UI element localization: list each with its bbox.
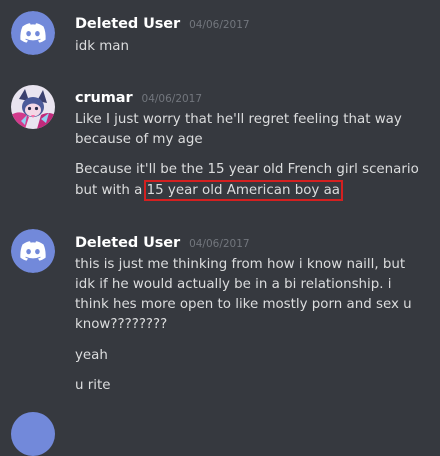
message-text: because of my age <box>75 132 203 147</box>
message-text: u rite <box>75 378 111 393</box>
anime-character-avatar-icon[interactable] <box>11 85 55 129</box>
message-header: Deleted User 04/06/2017 <box>75 232 250 252</box>
discord-default-avatar-icon[interactable] <box>11 229 55 273</box>
highlighted-text: 15 year old American boy aa <box>143 180 344 201</box>
message-text: know???????? <box>75 317 168 332</box>
message-text: but with a 15 year old American boy aa <box>75 180 344 201</box>
message-text: Because it'll be the 15 year old French … <box>75 162 419 177</box>
timestamp: 04/06/2017 <box>189 238 250 250</box>
message-text: Like I just worry that he'll regret feel… <box>75 112 402 127</box>
message-header: crumar 04/06/2017 <box>75 87 202 107</box>
chat-messages: Deleted User04/06/2017 idk man crumar0 <box>0 0 440 456</box>
message-text-segment: but with a <box>75 183 147 198</box>
discord-default-avatar-icon[interactable] <box>11 11 55 55</box>
message-header: Deleted User 04/06/2017 <box>75 13 250 33</box>
message-text: yeah <box>75 348 108 363</box>
partial-avatar-icon[interactable] <box>11 412 55 456</box>
message-text: this is just me thinking from how i know… <box>75 257 406 272</box>
message-text: idk if he would actually be in a bi rela… <box>75 277 392 292</box>
username[interactable]: Deleted User <box>75 16 180 32</box>
message-text: think hes more open to like mostly porn … <box>75 297 412 312</box>
username[interactable]: crumar <box>75 90 133 106</box>
timestamp: 04/06/2017 <box>189 19 250 31</box>
message-text: idk man <box>75 39 129 54</box>
username[interactable]: Deleted User <box>75 235 180 251</box>
timestamp: 04/06/2017 <box>141 93 203 105</box>
